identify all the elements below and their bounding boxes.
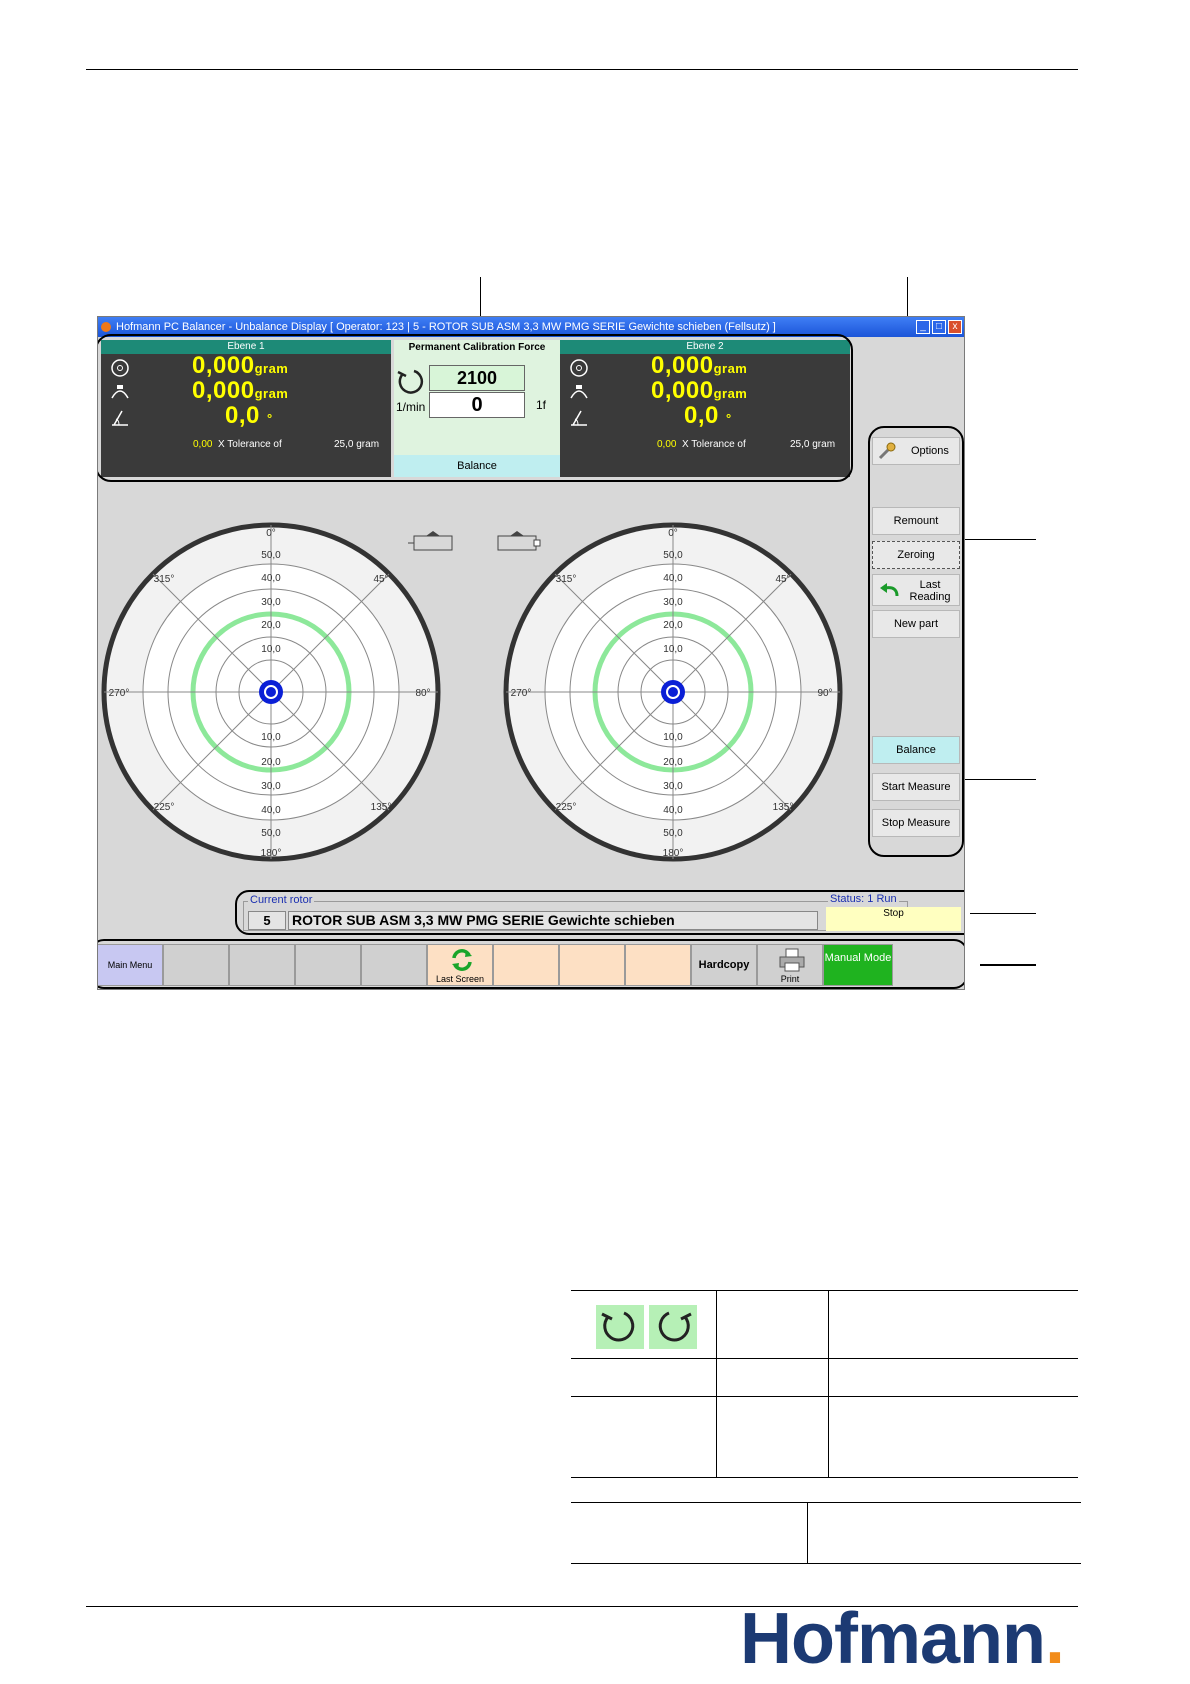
- toolbar-slot-2[interactable]: [163, 944, 229, 986]
- table-line-4: [571, 1477, 1078, 1478]
- table-line-2: [571, 1358, 1078, 1359]
- balance-button[interactable]: Balance: [872, 736, 960, 764]
- p1-deg-90: 80°: [415, 688, 430, 699]
- p2-deg-45: 45°: [775, 574, 790, 585]
- p1-r40-top: 40,0: [261, 573, 281, 584]
- last-reading-label: Last Reading: [909, 579, 951, 603]
- p1-r50-bot: 50,0: [261, 828, 281, 839]
- p1-r10-top: 10,0: [261, 644, 281, 655]
- last-screen-button[interactable]: Last Screen: [427, 944, 493, 986]
- p1-deg-0: 0°: [266, 528, 276, 539]
- p2-r30-bot: 30,0: [663, 781, 683, 792]
- toolbar-slot-8[interactable]: [559, 944, 625, 986]
- p2-r20-bot: 20,0: [663, 757, 683, 768]
- p2-deg-180: 180°: [663, 848, 684, 859]
- wrench-icon: [878, 442, 896, 460]
- options-button[interactable]: Options: [872, 437, 960, 465]
- hofmann-logo: Hofmann.: [740, 1599, 1065, 1679]
- p1-deg-135: 135°: [371, 802, 392, 813]
- options-label: Options: [911, 445, 949, 457]
- p2-deg-225: 225°: [556, 802, 577, 813]
- last-screen-label: Last Screen: [435, 974, 485, 984]
- p1-deg-315: 315°: [154, 574, 175, 585]
- annotation-outline-top: [98, 334, 853, 482]
- toolbar-slot-7[interactable]: [493, 944, 559, 986]
- p2-deg-315: 315°: [556, 574, 577, 585]
- p1-deg-225: 225°: [154, 802, 175, 813]
- p1-r20-top: 20,0: [261, 620, 281, 631]
- undo-arrow-icon: [880, 583, 899, 597]
- toolbar-slot-5[interactable]: [361, 944, 427, 986]
- minimize-button[interactable]: _: [916, 320, 930, 334]
- toolbar-slot-4[interactable]: [295, 944, 361, 986]
- current-rotor-label: Current rotor: [248, 894, 315, 906]
- p2-r50-bot: 50,0: [663, 828, 683, 839]
- p1-r20-bot: 20,0: [261, 757, 281, 768]
- print-button[interactable]: Print: [757, 944, 823, 986]
- p2-r40-top: 40,0: [663, 573, 683, 584]
- p2-deg-135: 135°: [773, 802, 794, 813]
- toolbar-slot-9[interactable]: [625, 944, 691, 986]
- printer-icon: [779, 948, 805, 972]
- new-part-button[interactable]: New part: [872, 610, 960, 638]
- p2-deg-270: 270°: [511, 688, 532, 699]
- p2-r30-top: 30,0: [663, 597, 683, 608]
- close-button[interactable]: x: [948, 320, 962, 334]
- polar-plot-plane-2: 0° 50,0 40,0 30,0 20,0 10,0 10,0 20,0 30…: [503, 522, 843, 862]
- p1-r50-top: 50,0: [261, 550, 281, 561]
- status-label: Status: 1 Run: [828, 893, 899, 905]
- p2-deg-0: 0°: [668, 528, 678, 539]
- table-vline-1: [716, 1290, 717, 1478]
- start-measure-button[interactable]: Start Measure: [872, 773, 960, 801]
- callout-line-5: [970, 913, 1036, 914]
- p2-r20-top: 20,0: [663, 620, 683, 631]
- stop-measure-button[interactable]: Stop Measure: [872, 809, 960, 837]
- balancer-window: Hofmann PC Balancer - Unbalance Display …: [97, 316, 965, 990]
- rotation-ccw-icon: [596, 1305, 644, 1349]
- manual-mode-button[interactable]: Manual Mode: [823, 944, 893, 986]
- status-group: Status: 1 Run Stop: [826, 893, 961, 931]
- remount-button[interactable]: Remount: [872, 507, 960, 535]
- zeroing-button[interactable]: Zeroing: [872, 541, 960, 569]
- refresh-icon: [452, 949, 472, 971]
- p1-r30-bot: 30,0: [261, 781, 281, 792]
- table2-line-1: [571, 1502, 1081, 1503]
- p2-r10-top: 10,0: [663, 644, 683, 655]
- p2-r40-bot: 40,0: [663, 805, 683, 816]
- print-label: Print: [780, 974, 800, 984]
- p1-deg-180: 180°: [261, 848, 282, 859]
- hardcopy-button[interactable]: Hardcopy: [691, 944, 757, 986]
- rotor-number: 5: [248, 911, 286, 930]
- table2-vline: [807, 1502, 808, 1564]
- p1-r10-bot: 10,0: [261, 732, 281, 743]
- main-menu-button[interactable]: Main Menu: [98, 944, 163, 986]
- header-rule: [86, 69, 1078, 70]
- p2-r50-top: 50,0: [663, 550, 683, 561]
- current-rotor-group: Current rotor 5 ROTOR SUB ASM 3,3 MW PMG…: [243, 894, 908, 931]
- table-line-1: [571, 1290, 1078, 1291]
- callout-line-6: [980, 964, 1036, 966]
- polar-plot-plane-1: 0° 50,0 40,0 30,0 20,0 10,0 10,0 20,0 30…: [101, 522, 441, 862]
- toolbar-slot-3[interactable]: [229, 944, 295, 986]
- table2-line-2: [571, 1563, 1081, 1564]
- p2-deg-90: 90°: [817, 688, 832, 699]
- p2-r10-bot: 10,0: [663, 732, 683, 743]
- p1-r30-top: 30,0: [261, 597, 281, 608]
- table-line-3: [571, 1396, 1078, 1397]
- app-icon: [101, 322, 111, 332]
- p1-deg-45: 45°: [373, 574, 388, 585]
- p1-r40-bot: 40,0: [261, 805, 281, 816]
- rotor-name: ROTOR SUB ASM 3,3 MW PMG SERIE Gewichte …: [288, 911, 818, 930]
- status-value: Stop: [826, 907, 961, 931]
- rotation-cw-icon: [649, 1305, 697, 1349]
- p1-deg-270: 270°: [109, 688, 130, 699]
- maximize-button[interactable]: □: [932, 320, 946, 334]
- last-reading-button[interactable]: Last Reading: [872, 574, 960, 606]
- table-vline-2: [828, 1290, 829, 1478]
